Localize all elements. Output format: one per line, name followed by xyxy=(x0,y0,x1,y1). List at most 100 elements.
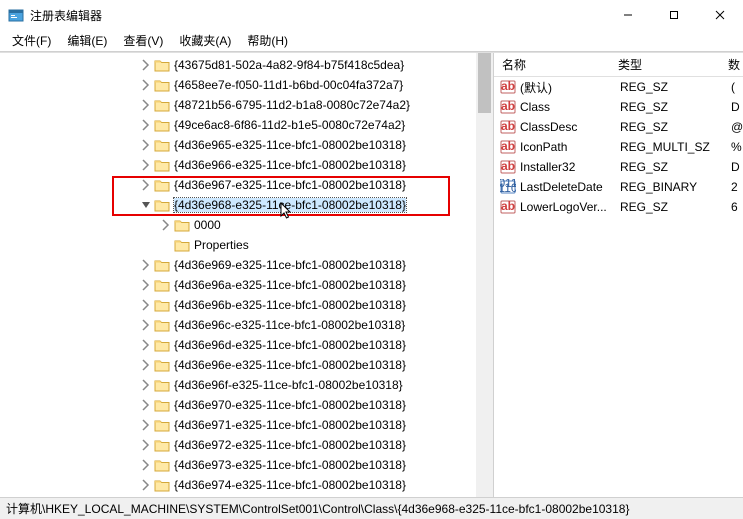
tree-item[interactable]: {4d36e974-e325-11ce-bfc1-08002be10318} xyxy=(0,475,493,495)
maximize-button[interactable] xyxy=(651,0,697,30)
scroll-thumb[interactable] xyxy=(478,53,491,113)
tree-item-label: {4d36e972-e325-11ce-bfc1-08002be10318} xyxy=(174,438,406,452)
value-type: REG_SZ xyxy=(620,160,668,174)
close-button[interactable] xyxy=(697,0,743,30)
tree-item[interactable]: 0000 xyxy=(0,215,493,235)
chevron-right-icon[interactable] xyxy=(160,219,172,231)
binary-value-icon xyxy=(500,179,516,195)
value-name: LowerLogoVer... xyxy=(520,200,620,214)
tree-item[interactable]: {48721b56-6795-11d2-b1a8-0080c72e74a2} xyxy=(0,95,493,115)
titlebar: 注册表编辑器 xyxy=(0,0,743,30)
tree-item-label: {4d36e966-e325-11ce-bfc1-08002be10318} xyxy=(174,158,406,172)
value-row[interactable]: ClassREG_SZ xyxy=(494,97,743,117)
value-name: ClassDesc xyxy=(520,120,620,134)
chevron-right-icon[interactable] xyxy=(140,79,152,91)
value-row[interactable]: (默认)REG_SZ xyxy=(494,77,743,97)
tree-item[interactable]: {4d36e96a-e325-11ce-bfc1-08002be10318} xyxy=(0,275,493,295)
folder-icon xyxy=(154,198,170,212)
chevron-right-icon[interactable] xyxy=(140,419,152,431)
value-data-truncated: D xyxy=(729,97,743,117)
chevron-right-icon[interactable] xyxy=(140,319,152,331)
value-row[interactable]: LastDeleteDateREG_BINARY xyxy=(494,177,743,197)
tree-item[interactable]: {4d36e96c-e325-11ce-bfc1-08002be10318} xyxy=(0,315,493,335)
tree-item-label: {4658ee7e-f050-11d1-b6bd-00c04fa372a7} xyxy=(174,78,403,92)
chevron-right-icon[interactable] xyxy=(140,279,152,291)
string-value-icon xyxy=(500,79,516,95)
value-row[interactable]: LowerLogoVer...REG_SZ xyxy=(494,197,743,217)
col-data[interactable]: 数 xyxy=(720,56,740,73)
tree-item[interactable]: {4d36e970-e325-11ce-bfc1-08002be10318} xyxy=(0,395,493,415)
string-value-icon xyxy=(500,99,516,115)
menu-favorites[interactable]: 收藏夹(A) xyxy=(171,30,239,51)
menu-edit[interactable]: 编辑(E) xyxy=(59,30,115,51)
value-row[interactable]: IconPathREG_MULTI_SZ xyxy=(494,137,743,157)
values-list[interactable]: (默认)REG_SZClassREG_SZClassDescREG_SZIcon… xyxy=(494,77,743,217)
tree-item-label: {4d36e969-e325-11ce-bfc1-08002be10318} xyxy=(174,258,406,272)
tree-item[interactable]: {4d36e966-e325-11ce-bfc1-08002be10318} xyxy=(0,155,493,175)
value-row[interactable]: ClassDescREG_SZ xyxy=(494,117,743,137)
tree-item-label: {4d36e973-e325-11ce-bfc1-08002be10318} xyxy=(174,458,406,472)
chevron-right-icon[interactable] xyxy=(140,379,152,391)
tree-item[interactable]: {4d36e96e-e325-11ce-bfc1-08002be10318} xyxy=(0,355,493,375)
chevron-right-icon[interactable] xyxy=(140,159,152,171)
registry-tree[interactable]: {43675d81-502a-4a82-9f84-b75f418c5dea} {4… xyxy=(0,53,493,495)
folder-icon xyxy=(154,258,170,272)
chevron-right-icon[interactable] xyxy=(140,179,152,191)
menu-view[interactable]: 查看(V) xyxy=(115,30,171,51)
col-type[interactable]: 类型 xyxy=(610,56,720,73)
minimize-button[interactable] xyxy=(605,0,651,30)
tree-item[interactable]: {49ce6ac8-6f86-11d2-b1e5-0080c72e74a2} xyxy=(0,115,493,135)
chevron-down-icon[interactable] xyxy=(140,199,152,211)
value-name: (默认) xyxy=(520,79,620,96)
tree-item-label: {4d36e96b-e325-11ce-bfc1-08002be10318} xyxy=(174,298,406,312)
tree-item-label: {4d36e974-e325-11ce-bfc1-08002be10318} xyxy=(174,478,406,492)
tree-item-label: {49ce6ac8-6f86-11d2-b1e5-0080c72e74a2} xyxy=(174,118,405,132)
tree-item[interactable]: {4d36e96d-e325-11ce-bfc1-08002be10318} xyxy=(0,335,493,355)
folder-icon xyxy=(154,338,170,352)
tree-item[interactable]: {4d36e973-e325-11ce-bfc1-08002be10318} xyxy=(0,455,493,475)
tree-item[interactable]: {4d36e967-e325-11ce-bfc1-08002be10318} xyxy=(0,175,493,195)
tree-item[interactable]: {4d36e96b-e325-11ce-bfc1-08002be10318} xyxy=(0,295,493,315)
window-title: 注册表编辑器 xyxy=(30,7,605,24)
menu-help[interactable]: 帮助(H) xyxy=(239,30,296,51)
tree-item-label: {4d36e96a-e325-11ce-bfc1-08002be10318} xyxy=(174,278,406,292)
chevron-right-icon[interactable] xyxy=(140,339,152,351)
tree-scrollbar[interactable] xyxy=(476,53,493,497)
folder-icon xyxy=(154,158,170,172)
value-type: REG_SZ xyxy=(620,120,668,134)
tree-item[interactable]: {4d36e972-e325-11ce-bfc1-08002be10318} xyxy=(0,435,493,455)
chevron-right-icon[interactable] xyxy=(140,139,152,151)
tree-item[interactable]: {4d36e96f-e325-11ce-bfc1-08002be10318} xyxy=(0,375,493,395)
value-data-truncated: % xyxy=(729,137,743,157)
menu-file[interactable]: 文件(F) xyxy=(4,30,59,51)
menubar: 文件(F) 编辑(E) 查看(V) 收藏夹(A) 帮助(H) xyxy=(0,30,743,52)
folder-icon xyxy=(154,298,170,312)
chevron-right-icon[interactable] xyxy=(140,299,152,311)
value-row[interactable]: Installer32REG_SZ xyxy=(494,157,743,177)
value-data-truncated: D xyxy=(729,157,743,177)
tree-item[interactable]: {4658ee7e-f050-11d1-b6bd-00c04fa372a7} xyxy=(0,75,493,95)
chevron-right-icon[interactable] xyxy=(140,99,152,111)
tree-item[interactable]: {4d36e968-e325-11ce-bfc1-08002be10318} xyxy=(0,195,493,215)
values-data-column: (D@%D26 xyxy=(729,77,743,497)
chevron-right-icon[interactable] xyxy=(140,479,152,491)
tree-item[interactable]: {4d36e971-e325-11ce-bfc1-08002be10318} xyxy=(0,415,493,435)
chevron-right-icon[interactable] xyxy=(140,59,152,71)
tree-item[interactable]: {43675d81-502a-4a82-9f84-b75f418c5dea} xyxy=(0,55,493,75)
folder-icon xyxy=(154,358,170,372)
col-name[interactable]: 名称 xyxy=(494,56,610,73)
chevron-right-icon[interactable] xyxy=(140,359,152,371)
tree-item[interactable]: {4d36e969-e325-11ce-bfc1-08002be10318} xyxy=(0,255,493,275)
chevron-right-icon[interactable] xyxy=(140,399,152,411)
chevron-right-icon[interactable] xyxy=(140,259,152,271)
chevron-right-icon[interactable] xyxy=(140,119,152,131)
tree-item-label: {4d36e96c-e325-11ce-bfc1-08002be10318} xyxy=(174,318,405,332)
value-data-truncated: @ xyxy=(729,117,743,137)
value-data-truncated: 2 xyxy=(729,177,743,197)
tree-item[interactable]: Properties xyxy=(0,235,493,255)
values-pane: 名称 类型 数 (默认)REG_SZClassREG_SZClassDescRE… xyxy=(494,53,743,497)
chevron-right-icon[interactable] xyxy=(140,439,152,451)
tree-item[interactable]: {4d36e965-e325-11ce-bfc1-08002be10318} xyxy=(0,135,493,155)
tree-item-label: {4d36e968-e325-11ce-bfc1-08002be10318} xyxy=(174,198,406,212)
chevron-right-icon[interactable] xyxy=(140,459,152,471)
